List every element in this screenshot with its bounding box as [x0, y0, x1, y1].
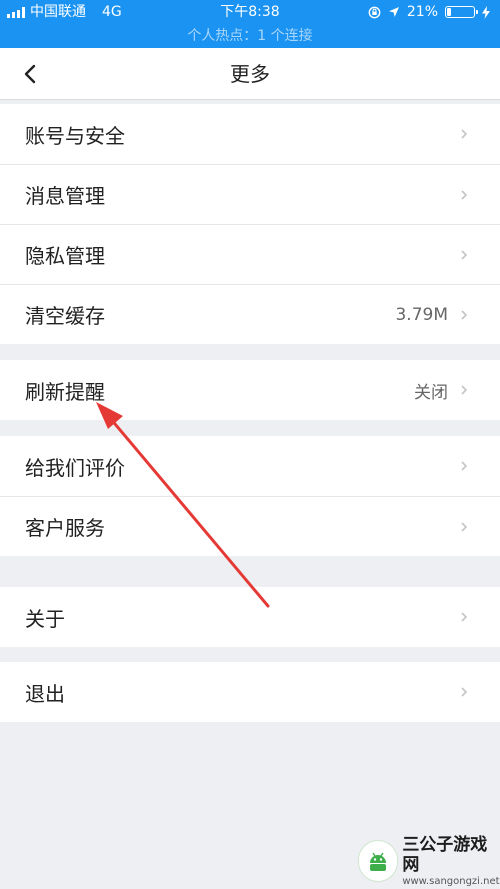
arrow-head	[96, 402, 123, 429]
site-watermark: 三公子游戏网 www.sangongzi.net	[358, 833, 500, 889]
watermark-url: www.sangongzi.net	[402, 875, 500, 887]
annotation-arrow	[96, 402, 270, 608]
android-logo-icon	[358, 840, 399, 882]
arrow-shaft	[108, 416, 270, 608]
watermark-title: 三公子游戏网	[402, 834, 488, 875]
